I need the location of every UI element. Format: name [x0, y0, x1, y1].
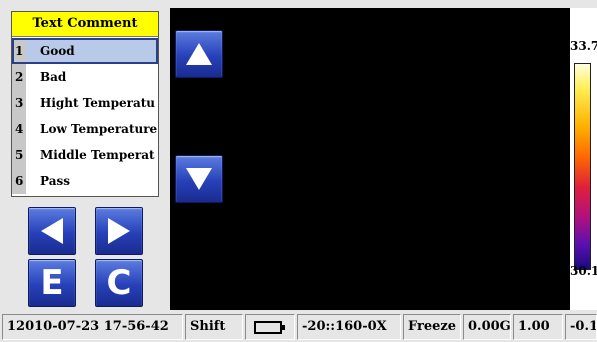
menu-item-label: Middle Temperat: [40, 148, 155, 162]
menu-item-number: 5: [12, 142, 26, 168]
menu-item-pass[interactable]: 6 Pass: [12, 168, 158, 194]
menu-item-label: Good: [40, 44, 75, 58]
menu-item-low-temperature[interactable]: 4 Low Temperature: [12, 116, 158, 142]
e-button-label: E: [40, 263, 64, 303]
triangle-down-icon: [186, 168, 212, 190]
status-bar: 12010-07-23 17-56-42 Shift -20::160-0X F…: [0, 312, 597, 342]
menu-item-good[interactable]: 1 Good: [12, 38, 158, 64]
thermal-image-view: [170, 8, 570, 310]
text-comment-menu: Text Comment 1 Good 2 Bad 3 Hight Temper…: [11, 11, 159, 197]
scale-max-value: 33.7: [570, 39, 597, 53]
status-gain: 0.00G: [463, 314, 511, 340]
menu-item-label: Pass: [40, 174, 70, 188]
scroll-down-button[interactable]: [175, 155, 223, 203]
scroll-up-button[interactable]: [175, 30, 223, 78]
menu-item-number: 2: [12, 64, 26, 90]
menu-item-number: 3: [12, 90, 26, 116]
right-arrow-button[interactable]: [95, 207, 143, 255]
menu-item-high-temperature[interactable]: 3 Hight Temperatu: [12, 90, 158, 116]
c-button-label: C: [106, 263, 132, 303]
battery-icon: [254, 321, 285, 334]
triangle-right-icon: [108, 218, 130, 244]
menu-item-number: 4: [12, 116, 26, 142]
c-button[interactable]: C: [95, 259, 143, 307]
status-offset: -0.1: [565, 314, 597, 340]
e-button[interactable]: E: [28, 259, 76, 307]
left-arrow-button[interactable]: [28, 207, 76, 255]
menu-item-middle-temperature[interactable]: 5 Middle Temperat: [12, 142, 158, 168]
triangle-left-icon: [41, 218, 63, 244]
menu-item-number: 1: [12, 38, 26, 64]
status-range: -20::160-0X: [297, 314, 401, 340]
menu-item-label: Bad: [40, 70, 67, 84]
triangle-up-icon: [186, 43, 212, 65]
menu-list: 1 Good 2 Bad 3 Hight Temperatu 4 Low Tem…: [12, 38, 158, 194]
menu-item-label: Low Temperature: [40, 122, 158, 136]
temperature-scale-panel: 33.7 30.1: [570, 8, 597, 310]
battery-indicator: [245, 314, 295, 340]
status-freeze[interactable]: Freeze: [403, 314, 461, 340]
status-shift[interactable]: Shift: [185, 314, 243, 340]
menu-item-number: 6: [12, 168, 26, 194]
menu-item-label: Hight Temperatu: [40, 96, 156, 110]
status-datetime: 12010-07-23 17-56-42: [2, 314, 183, 340]
menu-title: Text Comment: [12, 12, 158, 37]
scale-min-value: 30.1: [570, 264, 597, 278]
status-emissivity: 1.00: [513, 314, 563, 340]
color-scale-bar: [574, 63, 591, 270]
menu-item-bad[interactable]: 2 Bad: [12, 64, 158, 90]
